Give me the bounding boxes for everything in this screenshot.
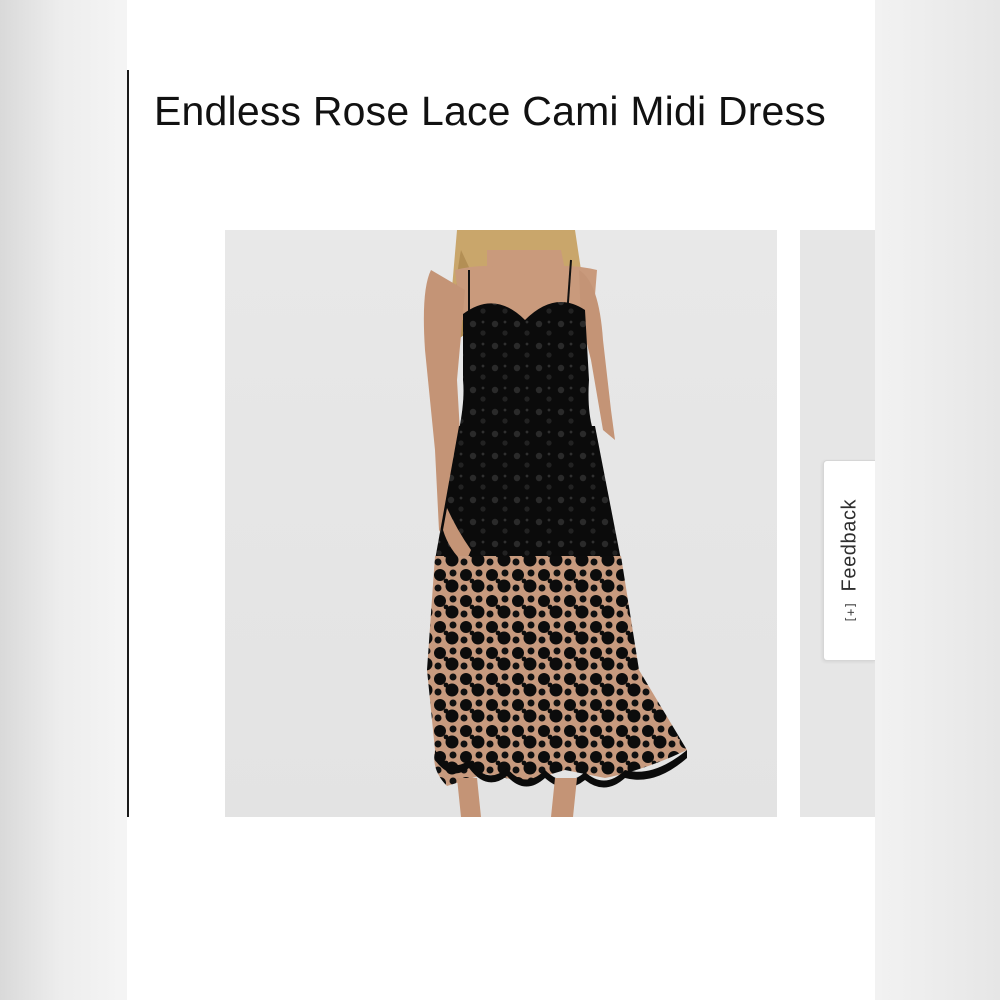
product-image-gallery[interactable]	[225, 230, 875, 817]
dress-photo-illustration	[423, 230, 687, 817]
page-edge-rule	[127, 70, 129, 817]
product-title: Endless Rose Lace Cami Midi Dress	[154, 88, 826, 134]
product-main-image[interactable]	[225, 230, 777, 817]
product-page: Endless Rose Lace Cami Midi Dress [+] Fe…	[127, 0, 875, 1000]
feedback-tab-content: [+] Feedback	[839, 498, 862, 622]
feedback-tab[interactable]: [+] Feedback	[823, 460, 875, 661]
feedback-plus-icon: [+]	[843, 600, 857, 623]
feedback-label: Feedback	[838, 498, 861, 591]
screenshot-backdrop-right	[875, 0, 1000, 1000]
